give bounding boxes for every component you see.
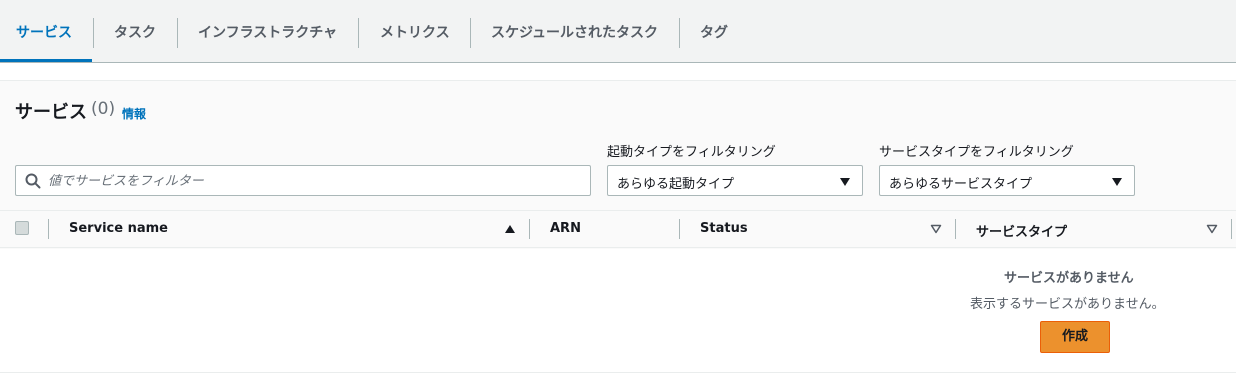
active-tab-indicator bbox=[0, 59, 92, 62]
service-type-select[interactable]: あらゆるサービスタイプ bbox=[879, 165, 1135, 196]
create-button[interactable]: 作成 bbox=[1040, 321, 1110, 353]
search-input[interactable] bbox=[48, 170, 578, 192]
service-count: (0) bbox=[91, 99, 116, 119]
sort-icon[interactable] bbox=[930, 224, 942, 234]
info-link[interactable]: 情報 bbox=[122, 105, 146, 122]
column-divider[interactable] bbox=[955, 219, 956, 239]
column-divider[interactable] bbox=[529, 219, 530, 239]
tab-metrics[interactable]: メトリクス bbox=[380, 0, 450, 63]
search-icon bbox=[25, 173, 41, 189]
tab-divider bbox=[358, 18, 359, 48]
empty-state-title: サービスがありません bbox=[1004, 271, 1134, 286]
column-divider bbox=[48, 219, 49, 239]
service-type-filter-label: サービスタイプをフィルタリング bbox=[879, 145, 1074, 160]
sort-ascending-icon[interactable] bbox=[505, 225, 515, 233]
search-box[interactable] bbox=[15, 165, 591, 196]
column-divider[interactable] bbox=[1231, 219, 1232, 239]
tab-services[interactable]: サービス bbox=[16, 0, 72, 63]
tab-divider bbox=[177, 18, 178, 48]
tab-divider bbox=[679, 18, 680, 48]
divider bbox=[0, 372, 1236, 373]
column-header-status[interactable]: Status bbox=[700, 221, 748, 236]
caret-down-icon bbox=[1112, 178, 1122, 186]
column-header-service-name[interactable]: Service name bbox=[69, 221, 168, 236]
tab-divider bbox=[93, 18, 94, 48]
launch-type-select[interactable]: あらゆる起動タイプ bbox=[607, 165, 863, 196]
tab-infrastructure[interactable]: インフラストラクチャ bbox=[198, 0, 337, 63]
caret-down-icon bbox=[840, 178, 850, 186]
tab-tags[interactable]: タグ bbox=[700, 0, 728, 63]
tab-tasks[interactable]: タスク bbox=[114, 0, 156, 63]
launch-type-filter-label: 起動タイプをフィルタリング bbox=[607, 145, 776, 160]
column-header-arn: ARN bbox=[550, 221, 581, 236]
sort-icon[interactable] bbox=[1206, 224, 1218, 234]
tab-bar: サービス タスク インフラストラクチャ メトリクス スケジュールされたタスク タ… bbox=[0, 0, 1236, 63]
section-title: サービス bbox=[15, 102, 87, 123]
service-type-select-value: あらゆるサービスタイプ bbox=[889, 177, 1033, 192]
launch-type-select-value: あらゆる起動タイプ bbox=[617, 177, 735, 192]
tab-scheduled-tasks[interactable]: スケジュールされたタスク bbox=[491, 0, 658, 63]
tab-divider bbox=[470, 18, 471, 48]
column-header-service-type[interactable]: サービスタイプ bbox=[976, 221, 1067, 240]
select-all-checkbox[interactable] bbox=[15, 221, 29, 235]
column-divider[interactable] bbox=[679, 219, 680, 239]
empty-state-description: 表示するサービスがありません。 bbox=[970, 297, 1165, 312]
